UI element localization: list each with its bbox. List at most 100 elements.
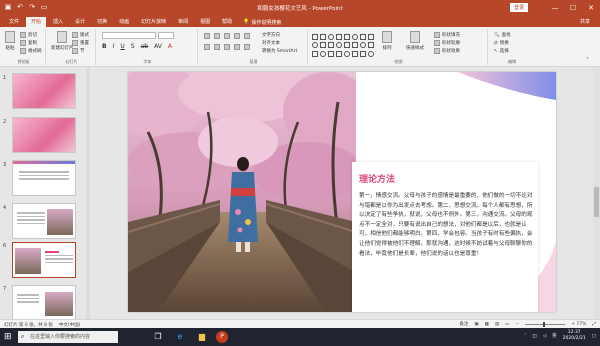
reading-view-icon[interactable]: ▤ [495,322,499,327]
slide-thumbnail-6[interactable] [12,242,76,278]
fit-slide-icon[interactable]: ⤢ [592,321,596,327]
maximize-icon[interactable]: ☐ [564,0,582,16]
tray-chevron-icon[interactable]: ˄ [524,334,526,339]
slide-thumbnail-3[interactable] [12,160,76,196]
slide-heading[interactable]: 理论方法 [359,172,395,185]
columns-icon[interactable] [244,44,250,50]
shape-icon[interactable] [360,34,366,40]
tell-me-search[interactable]: 💡 操作说明搜索 [239,17,285,27]
windows-start-icon[interactable]: ⊞ [4,332,12,342]
shape-icon[interactable] [344,34,350,40]
shape-icon[interactable] [312,42,318,49]
zoom-level[interactable]: + 77% [571,322,586,327]
font-size-box[interactable] [158,32,174,39]
sorter-view-icon[interactable]: ▦ [485,322,489,327]
strikethrough-icon[interactable]: ab [141,43,149,50]
align-left-icon[interactable] [204,44,210,50]
task-view-icon[interactable]: ❐ [150,330,166,344]
arrange-button[interactable]: 排列 [382,31,392,51]
shape-icon[interactable] [336,50,342,57]
slideshow-view-icon[interactable]: ▭ [505,322,509,327]
zoom-slider-handle[interactable] [543,321,546,327]
tab-view[interactable]: 视图 [195,17,215,27]
text-direction-button[interactable]: 文字方向 [262,32,280,38]
shape-icon[interactable] [352,34,358,40]
shapes-gallery[interactable] [312,34,376,58]
tab-slideshow[interactable]: 幻灯片放映 [136,17,171,27]
align-text-button[interactable]: 对齐文本 [262,40,280,46]
reset-button[interactable]: 重置 [72,40,89,46]
content-card[interactable]: 理论方法 第一，情感交流。父母与孩子的感情是最重要的，他们做的一切不论对与错都是… [352,162,538,312]
tab-review[interactable]: 审阅 [173,17,193,27]
paste-button[interactable]: 粘贴 [5,31,15,51]
tab-design[interactable]: 设计 [70,17,90,27]
slide-body-text[interactable]: 第一，情感交流。父母与孩子的感情是最重要的，他们做的一切不论对与错都是以你为出发… [359,192,537,259]
zoom-out-icon[interactable]: − [515,322,519,327]
font-name-box[interactable] [102,32,156,39]
tab-home[interactable]: 开始 [26,17,47,27]
align-center-icon[interactable] [214,44,220,50]
indent-increase-icon[interactable] [234,33,240,39]
scrollbar-thumb[interactable] [594,187,599,217]
shape-icon[interactable] [352,42,358,49]
slide-scrollbar[interactable] [593,67,600,319]
shape-icon[interactable] [328,42,334,49]
thumbnail-scrollbar[interactable] [86,67,90,319]
line-spacing-icon[interactable] [244,33,250,39]
notes-button[interactable]: 备注 [459,321,468,327]
tab-file[interactable]: 文件 [4,17,24,27]
collapse-ribbon-icon[interactable]: ˄ [586,57,589,64]
shape-outline-button[interactable]: 形状轮廓 [434,40,460,46]
volume-icon[interactable]: ◁ [543,334,546,339]
close-icon[interactable]: ✕ [582,0,600,16]
minimize-icon[interactable]: — [546,0,564,16]
underline-icon[interactable]: U [120,43,124,50]
folder-icon[interactable]: ▆ [194,330,210,344]
indent-decrease-icon[interactable] [224,33,230,39]
copy-button[interactable]: 复制 [20,40,37,46]
shape-effects-button[interactable]: 形状效果 [434,48,460,54]
sign-in-button[interactable]: 登录 [510,3,529,12]
shadow-icon[interactable]: S [131,43,135,50]
spacing-icon[interactable]: AV [154,43,162,50]
bold-icon[interactable]: B [102,43,107,50]
shape-icon[interactable] [352,50,358,57]
shape-icon[interactable] [320,34,326,40]
shape-icon[interactable] [360,42,366,49]
notification-icon[interactable]: ▢ [592,334,596,339]
tab-animations[interactable]: 动画 [114,17,134,27]
italic-icon[interactable]: I [113,43,115,50]
shape-icon[interactable] [368,34,374,40]
quick-styles-button[interactable]: 快速样式 [406,31,424,51]
powerpoint-icon[interactable]: P [216,331,228,343]
slide-thumbnail-4[interactable] [12,203,76,239]
slide-thumbnail-7[interactable] [12,285,76,321]
format-painter-button[interactable]: 格式刷 [20,48,42,54]
share-button[interactable]: 共享 [576,17,594,27]
shape-icon[interactable] [336,34,342,40]
justify-icon[interactable] [234,44,240,50]
zoom-slider[interactable] [525,321,566,327]
normal-view-icon[interactable]: ▣ [474,322,478,327]
shape-icon[interactable] [320,42,326,49]
section-button[interactable]: 节 [72,48,85,54]
layout-button[interactable]: 版式 [72,32,89,38]
slide-thumbnail-2[interactable] [12,117,76,153]
taskbar-search-box[interactable]: ⌕ 在这里输入你要搜索的内容 [18,331,118,343]
network-icon[interactable]: ◫ [532,334,536,339]
replace-button[interactable]: ⇄ 替换 [494,40,509,47]
tab-help[interactable]: 帮助 [217,17,237,27]
shape-icon[interactable] [344,42,350,49]
cut-button[interactable]: 剪切 [20,32,37,38]
shape-fill-button[interactable]: 形状填充 [434,32,460,38]
font-color-icon[interactable]: A [168,43,172,50]
input-language[interactable]: 英 [552,333,557,339]
bullets-icon[interactable] [204,33,210,39]
shape-icon[interactable] [312,34,318,40]
shape-icon[interactable] [344,50,350,57]
shape-icon[interactable] [312,50,318,57]
tab-insert[interactable]: 插入 [48,17,68,27]
shape-icon[interactable] [368,42,374,49]
align-right-icon[interactable] [224,44,230,50]
shape-icon[interactable] [328,50,334,57]
